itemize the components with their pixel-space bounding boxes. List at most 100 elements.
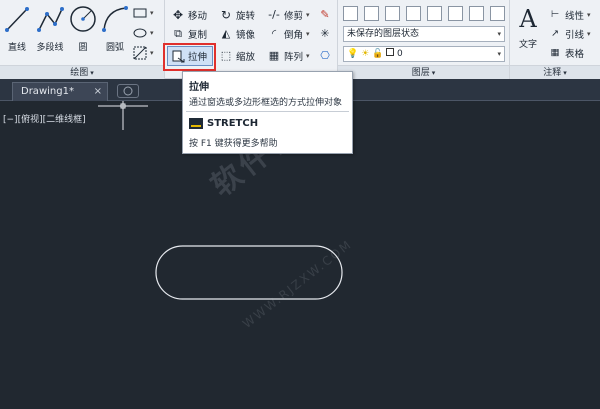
- explode-button[interactable]: ✳: [318, 27, 332, 41]
- offset-button[interactable]: ⎔: [318, 49, 332, 63]
- line-label: 直线: [7, 43, 26, 53]
- fillet-button[interactable]: ◜ 倒角 ▾: [267, 27, 310, 41]
- layers-panel-title[interactable]: 图层 ▾: [338, 65, 509, 79]
- table-icon: ▦: [550, 47, 560, 58]
- move-icon: ✥: [172, 8, 184, 22]
- polyline-tool[interactable]: 多段线: [34, 4, 66, 53]
- annotation-panel-title[interactable]: 注释 ▾: [510, 65, 600, 79]
- leader-button[interactable]: ↗ 引线 ▾: [548, 27, 591, 41]
- layer-states-icon[interactable]: [364, 6, 379, 21]
- chevron-down-icon[interactable]: ▾: [150, 29, 154, 37]
- layer-previous-icon[interactable]: [490, 6, 505, 21]
- circle-tool[interactable]: 圆: [68, 4, 98, 53]
- move-button[interactable]: ✥ 移动: [171, 8, 207, 22]
- table-label: 表格: [565, 49, 585, 60]
- chevron-down-icon[interactable]: ▾: [587, 30, 591, 38]
- layer-freeze-icon[interactable]: [406, 6, 421, 21]
- layer-lock-icon[interactable]: [448, 6, 463, 21]
- rectangle-icon: [133, 8, 147, 18]
- rotate-label: 旋转: [236, 11, 256, 22]
- layer-tools-row: [343, 6, 505, 21]
- linear-button[interactable]: ⊢ 线性 ▾: [548, 8, 591, 22]
- annotation-panel: A 文字 ⊢ 线性 ▾ ↗ 引线 ▾ ▦ 表格 注释 ▾: [510, 0, 600, 79]
- erase-button[interactable]: ✎: [318, 8, 332, 22]
- layers-panel-title-label: 图层: [411, 68, 430, 78]
- sun-icon: ☀: [361, 49, 370, 59]
- rotate-button[interactable]: ↻ 旋转: [219, 8, 255, 22]
- polyline-label: 多段线: [36, 43, 64, 53]
- rotate-icon: ↻: [220, 8, 232, 22]
- layer-state-value: 未保存的图层状态: [347, 29, 420, 39]
- trim-icon: -/-: [268, 8, 280, 21]
- layer-select[interactable]: 💡 ☀ 🔓 0 ▾: [343, 46, 505, 62]
- arc-label: 圆弧: [105, 43, 124, 53]
- arc-icon: [102, 6, 128, 32]
- layer-isolate-icon[interactable]: [385, 6, 400, 21]
- close-icon[interactable]: ×: [94, 83, 102, 101]
- line-tool[interactable]: 直线: [2, 4, 32, 53]
- tooltip-title: 拉伸: [189, 82, 209, 93]
- chevron-down-icon[interactable]: ▾: [150, 49, 154, 57]
- ellipse-icon: [133, 28, 147, 38]
- chevron-down-icon[interactable]: ▾: [306, 52, 310, 60]
- trim-button[interactable]: -/- 修剪 ▾: [267, 8, 310, 22]
- chevron-down-icon: ▾: [563, 69, 567, 77]
- hatch-tool[interactable]: ▾: [133, 46, 154, 60]
- mirror-button[interactable]: ◭ 镜像: [219, 27, 255, 41]
- layers-panel: 未保存的图层状态 ▾ 💡 ☀ 🔓 0 ▾ 图层 ▾: [338, 0, 510, 79]
- highlight-box: [163, 43, 216, 71]
- viewport-label[interactable]: [−][俯视][二维线框]: [3, 112, 86, 125]
- chevron-down-icon[interactable]: ▾: [150, 9, 154, 17]
- annotation-panel-title-label: 注释: [543, 68, 562, 78]
- mirror-label: 镜像: [236, 30, 256, 41]
- draw-panel: 直线 多段线 圆 圆弧 ▾ ▾ ▾ 绘图 ▾: [0, 0, 165, 79]
- circle-label: 圆: [78, 43, 88, 53]
- lightbulb-icon: 💡: [347, 49, 359, 59]
- tooltip-description: 通过窗选或多边形框选的方式拉伸对象: [189, 98, 343, 108]
- tab-drawing1-label: Drawing1*: [21, 86, 74, 97]
- trim-label: 修剪: [284, 11, 304, 22]
- text-tool[interactable]: A 文字: [512, 4, 544, 50]
- layer-off-icon[interactable]: [427, 6, 442, 21]
- copy-icon: ⧉: [174, 27, 182, 40]
- text-icon: A: [519, 5, 537, 33]
- chevron-down-icon: ▾: [90, 69, 94, 77]
- array-label: 阵列: [284, 52, 304, 63]
- mirror-icon: ◭: [221, 27, 231, 40]
- chevron-down-icon[interactable]: ▾: [306, 30, 310, 38]
- circle-icon: [70, 6, 96, 32]
- ellipse-tool[interactable]: ▾: [133, 26, 154, 40]
- draw-panel-title[interactable]: 绘图 ▾: [0, 65, 164, 79]
- copy-button[interactable]: ⧉ 复制: [171, 27, 207, 41]
- fillet-icon: ◜: [271, 27, 277, 40]
- offset-icon: ⎔: [320, 49, 330, 62]
- new-drawing-icon: [123, 86, 133, 96]
- scale-icon: ⬚: [220, 49, 232, 62]
- layer-match-icon[interactable]: [469, 6, 484, 21]
- arc-tool[interactable]: 圆弧: [100, 4, 130, 53]
- scale-button[interactable]: ⬚ 缩放: [219, 49, 255, 63]
- array-button[interactable]: ▦ 阵列 ▾: [267, 49, 310, 63]
- text-label: 文字: [518, 40, 537, 50]
- command-icon: [189, 118, 203, 129]
- leader-icon: ↗: [551, 28, 559, 39]
- chevron-down-icon[interactable]: ▾: [306, 11, 310, 19]
- array-icon: ▦: [268, 49, 280, 62]
- rectangle-tool[interactable]: ▾: [133, 6, 154, 20]
- lock-icon: 🔓: [372, 49, 384, 59]
- ribbon: 直线 多段线 圆 圆弧 ▾ ▾ ▾ 绘图 ▾ ✥ 移动 ↻ 旋转 -/- 修剪 …: [0, 0, 600, 79]
- tooltip-command: STRETCH: [189, 118, 258, 129]
- new-tab-button[interactable]: [117, 84, 139, 98]
- layer-state-select[interactable]: 未保存的图层状态 ▾: [343, 26, 505, 42]
- tab-drawing1[interactable]: Drawing1* ×: [12, 82, 108, 101]
- explode-icon: ✳: [320, 27, 330, 40]
- tooltip-command-name: STRETCH: [207, 118, 259, 129]
- linear-label: 线性: [565, 11, 585, 22]
- table-button[interactable]: ▦ 表格: [548, 46, 585, 60]
- move-label: 移动: [188, 11, 208, 22]
- chevron-down-icon[interactable]: ▾: [587, 11, 591, 19]
- line-icon: [5, 7, 29, 32]
- hatch-icon: [133, 46, 147, 60]
- leader-label: 引线: [565, 30, 585, 41]
- layer-properties-icon[interactable]: [343, 6, 358, 21]
